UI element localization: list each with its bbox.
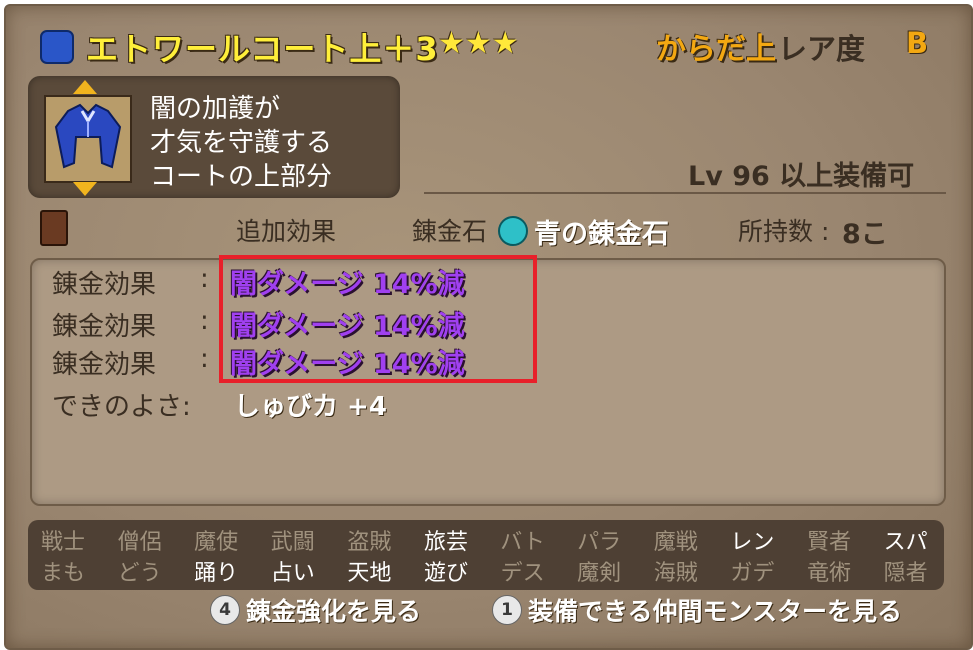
job-top: 賢者: [806, 530, 851, 555]
job-top: バト: [500, 530, 545, 555]
job-bottom: 魔剣: [577, 561, 622, 586]
job-top: スパ: [883, 530, 928, 555]
job-bottom: 踊り: [194, 561, 239, 586]
view-monster-companions-button[interactable]: 装備できる仲間モンスターを見る: [528, 592, 902, 628]
job-bottom: 竜術: [806, 561, 851, 586]
job-bottom: 天地: [347, 561, 392, 586]
previous-item-arrow-icon[interactable]: [73, 80, 97, 94]
job-top: 魔使: [194, 530, 239, 555]
rarity-label: レア度: [778, 32, 866, 66]
item-name: エトワールコート上＋3: [86, 30, 439, 68]
effect-colon: :: [200, 264, 209, 294]
effect-colon: :: [200, 344, 209, 374]
effect-label: 錬金効果: [52, 350, 157, 380]
blue-coat-icon: [44, 95, 132, 183]
alchemy-stone-label: 錬金石: [412, 217, 488, 246]
job-top: 僧侶: [117, 530, 162, 555]
job-top: レン: [730, 530, 775, 555]
job-bottom: まも: [40, 561, 85, 586]
job-bottom: 占い: [270, 561, 315, 586]
divider: [424, 192, 946, 194]
highlight-box: [219, 255, 537, 383]
added-effect-label: 追加効果: [236, 217, 337, 246]
book-icon[interactable]: [40, 210, 68, 246]
effect-label: 錬金効果: [52, 270, 157, 300]
blue-alchemy-stone-icon: [498, 216, 528, 246]
owned-count-value: 8こ: [842, 219, 888, 250]
view-alchemy-enhancement-button[interactable]: 錬金強化を見る: [246, 592, 421, 628]
effect-label: 錬金効果: [52, 312, 157, 342]
rarity-value: B: [906, 26, 929, 60]
next-item-arrow-icon[interactable]: [73, 182, 97, 196]
equip-slot: からだ上: [656, 32, 776, 67]
description-line: 闇の加護が: [150, 94, 281, 124]
job-top: 魔戦: [653, 530, 698, 555]
job-bottom: 遊び: [423, 561, 468, 586]
job-top: 旅芸: [423, 530, 468, 555]
quality-label: できのよさ:: [52, 392, 191, 422]
quality-value: しゅびカ +4: [234, 392, 387, 422]
job-top: 武闘: [270, 530, 315, 555]
job-bottom: 隠者: [883, 561, 928, 586]
effect-colon: :: [200, 306, 209, 336]
armor-body-icon: [40, 30, 74, 64]
job-top: 盗賊: [347, 530, 392, 555]
level-requirement: Lv 96 以上装備可: [688, 161, 915, 192]
owned-count-label: 所持数 :: [738, 217, 830, 246]
job-top: パラ: [577, 530, 622, 555]
button-4-icon[interactable]: 4: [210, 595, 240, 625]
alchemy-stone-name: 青の錬金石: [534, 219, 669, 250]
job-bottom: どう: [117, 561, 162, 586]
button-1-icon[interactable]: 1: [492, 595, 522, 625]
description-line: コートの上部分: [150, 162, 333, 192]
description-line: 才気を守護する: [150, 128, 333, 158]
job-bottom: デス: [500, 561, 545, 586]
job-top: 戦士: [40, 530, 85, 555]
job-bottom: 海賊: [653, 561, 698, 586]
star-rating: ★★★: [438, 26, 519, 61]
job-bottom: ガデ: [730, 561, 775, 586]
